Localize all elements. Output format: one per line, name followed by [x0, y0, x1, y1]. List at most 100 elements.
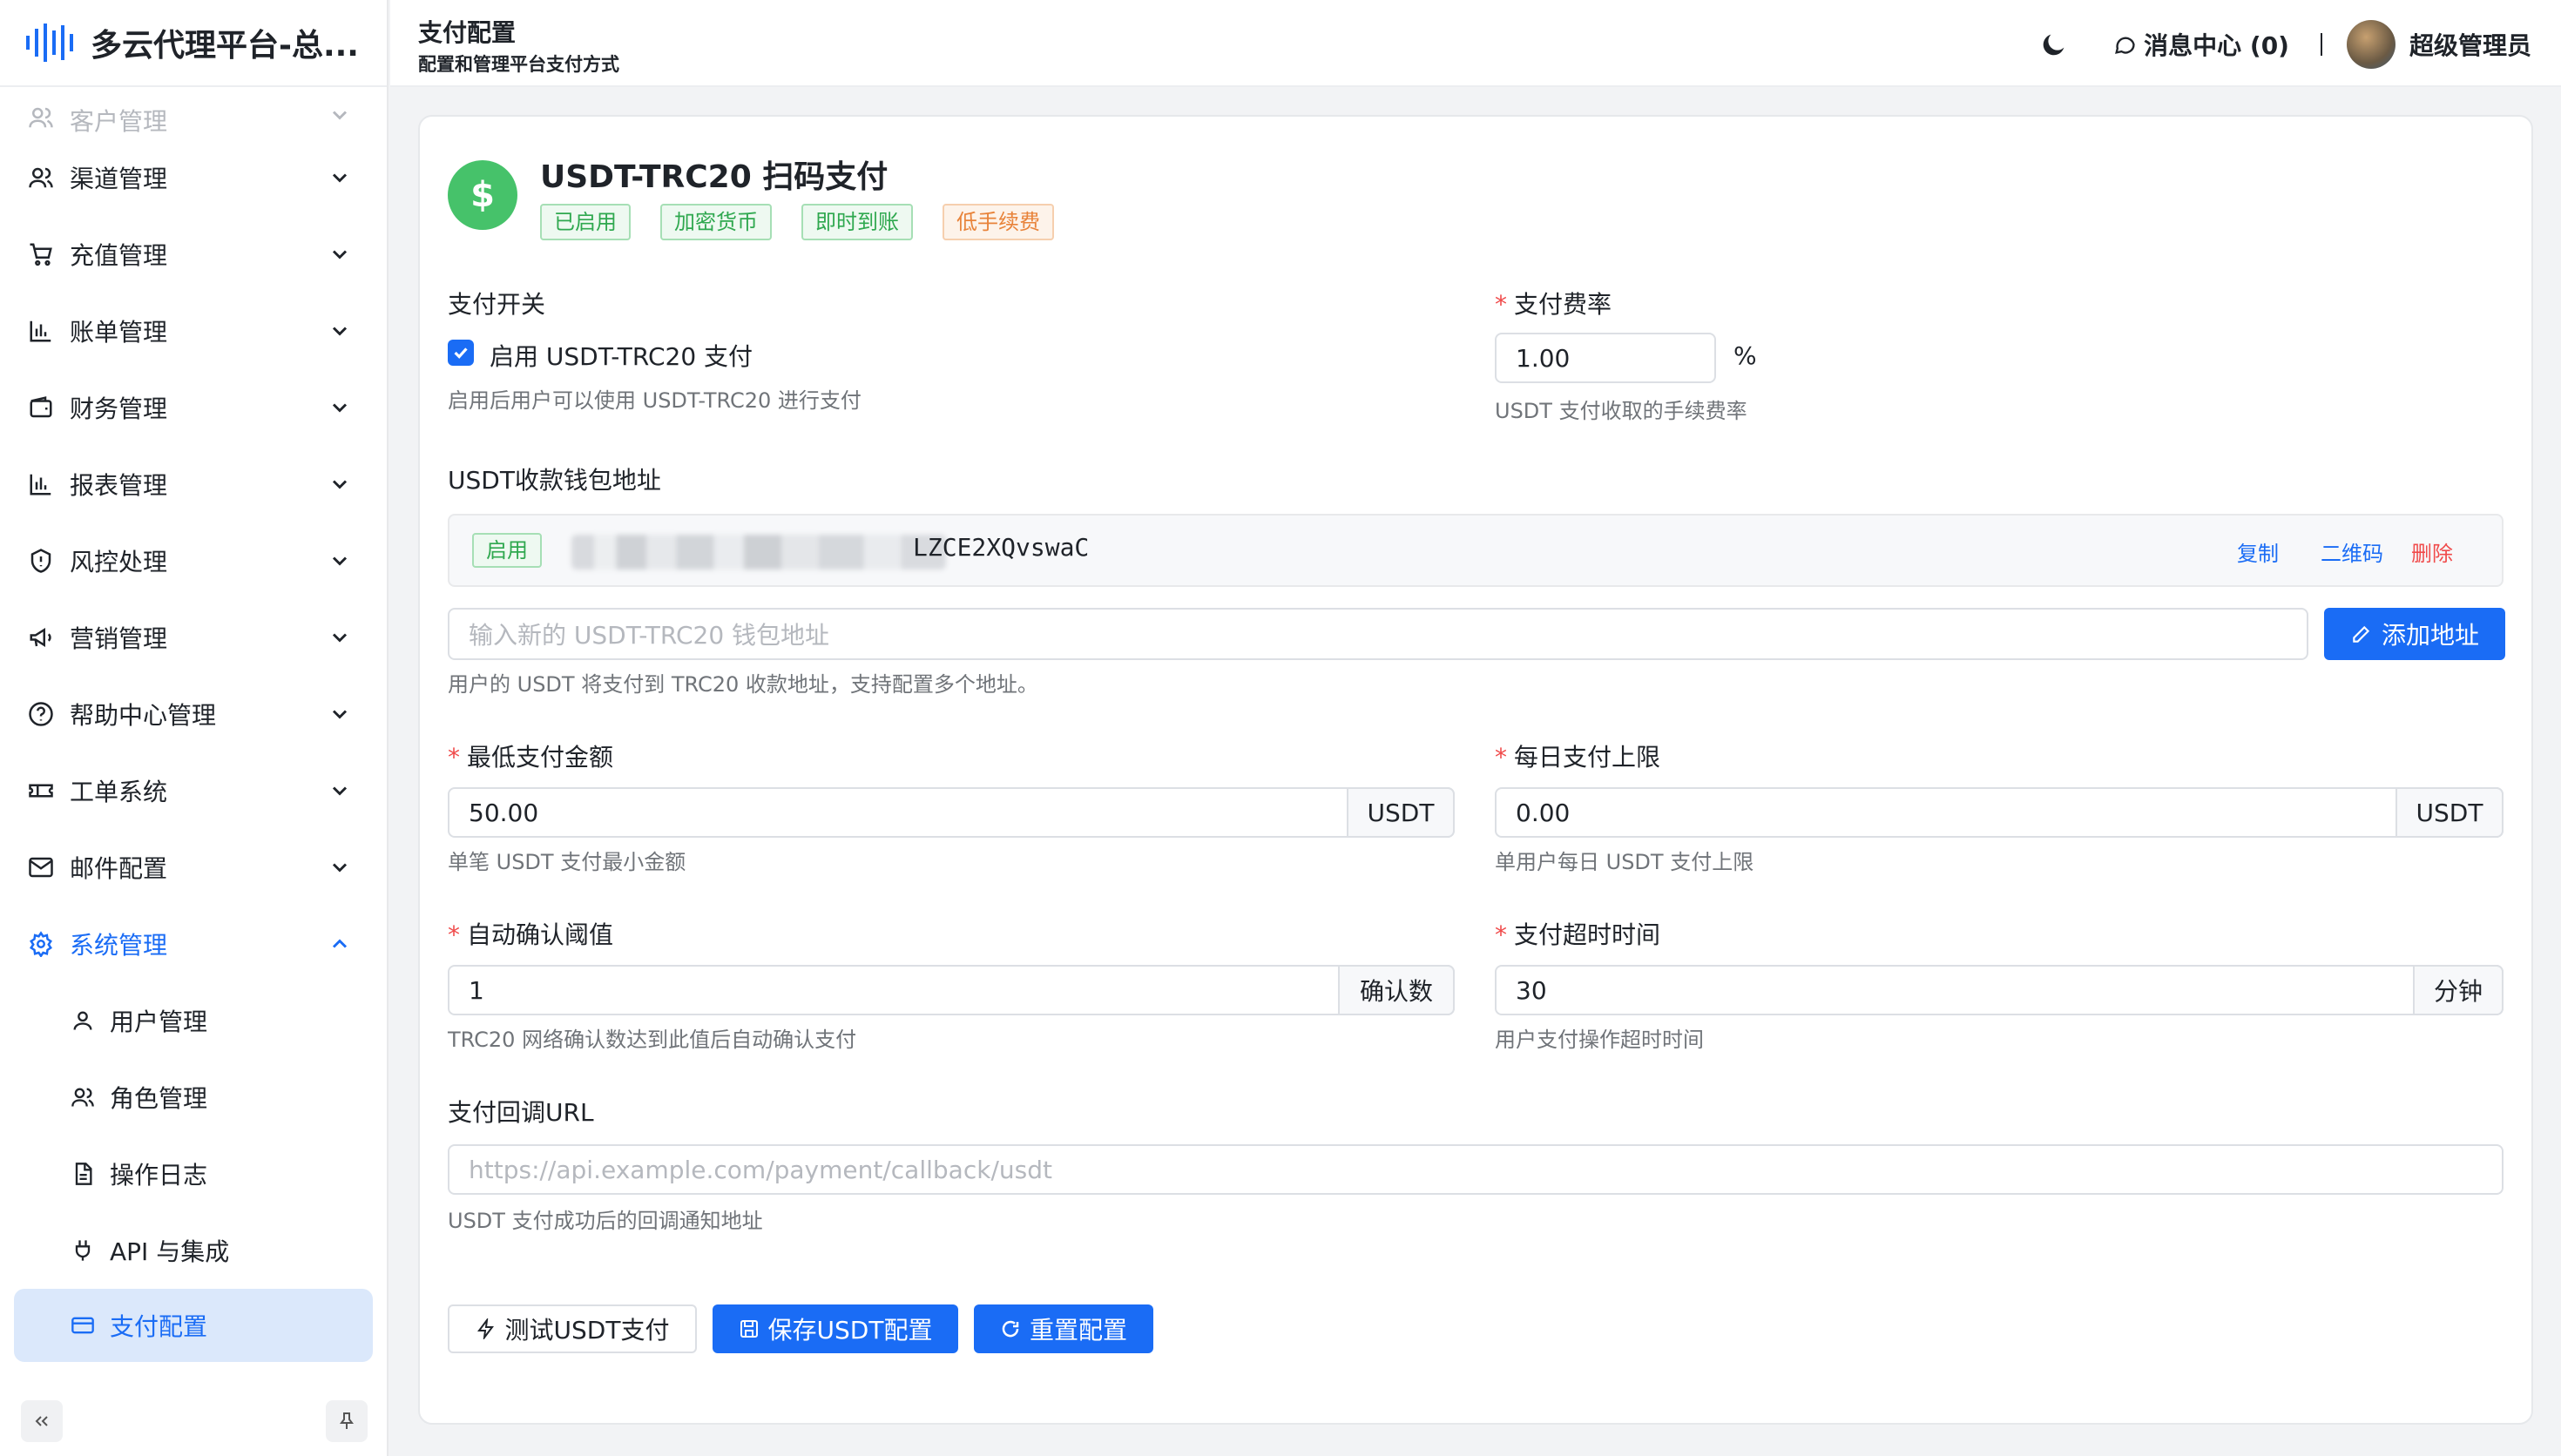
sidebar-item-channel[interactable]: 渠道管理 [0, 139, 387, 216]
chevron-down-icon [332, 173, 348, 183]
divider [2320, 33, 2322, 56]
callback-hint: USDT 支付成功后的回调通知地址 [448, 1209, 763, 1233]
sidebar-item-bill[interactable]: 账单管理 [0, 293, 387, 369]
sidebar-item-label: 客户管理 [70, 107, 168, 136]
pin-sidebar-button[interactable] [326, 1400, 368, 1442]
brand[interactable]: 多云代理平台-总... [0, 0, 387, 87]
enable-label[interactable]: 启用 USDT-TRC20 支付 [490, 338, 753, 373]
daily-limit-input[interactable]: 0.00 USDT [1495, 787, 2504, 838]
users-icon [68, 1082, 98, 1112]
sidebar-item-mail[interactable]: 邮件配置 [0, 829, 387, 906]
gear-icon [26, 929, 56, 959]
enable-checkbox[interactable] [448, 340, 474, 366]
chevron-down-icon [332, 633, 348, 643]
top-header: 支付配置 配置和管理平台支付方式 消息中心 (0) 超级管理员 [390, 0, 2561, 87]
chevron-down-icon [332, 250, 348, 260]
sidebar-item-label: 财务管理 [70, 394, 168, 423]
dollar-icon: $ [448, 160, 517, 230]
min-amount-unit: USDT [1347, 787, 1455, 838]
sidebar-item-customer[interactable]: 客户管理 [0, 91, 387, 139]
moon-icon[interactable] [2039, 30, 2069, 59]
new-address-input[interactable]: 输入新的 USDT-TRC20 钱包地址 [448, 608, 2308, 660]
wallet-icon [26, 393, 56, 422]
header-actions: 消息中心 (0) 超级管理员 [2039, 20, 2531, 69]
check-icon [454, 347, 468, 359]
pin-icon [340, 1412, 354, 1429]
sidebar-subitem-label: 角色管理 [110, 1084, 208, 1113]
sidebar-item-recharge[interactable]: 充值管理 [0, 216, 387, 293]
card-icon [68, 1311, 98, 1340]
double-chevron-left-icon [35, 1416, 48, 1426]
users-icon [26, 103, 56, 132]
sidebar-subitem-label: 操作日志 [110, 1161, 208, 1190]
reset-config-button[interactable]: 重置配置 [974, 1304, 1153, 1353]
sidebar-item-report[interactable]: 报表管理 [0, 446, 387, 522]
document-icon [68, 1159, 98, 1189]
sidebar-item-label: 营销管理 [70, 624, 168, 653]
sidebar-item-label: 账单管理 [70, 318, 168, 347]
sidebar-item-system[interactable]: 系统管理 [0, 906, 387, 982]
waveform-logo-icon [26, 24, 73, 62]
fee-hint: USDT 支付收取的手续费率 [1495, 399, 1747, 423]
user-name[interactable]: 超级管理员 [2409, 27, 2531, 62]
avatar[interactable] [2346, 20, 2395, 69]
user-icon [68, 1006, 98, 1035]
message-center-link[interactable]: 消息中心 (0) [2144, 27, 2289, 62]
wallet-label: USDT收款钱包地址 [448, 466, 661, 495]
enable-hint: 启用后用户可以使用 USDT-TRC20 进行支付 [448, 388, 862, 413]
collapse-sidebar-button[interactable] [21, 1400, 63, 1442]
callback-url-input[interactable]: https://api.example.com/payment/callback… [448, 1144, 2504, 1195]
sidebar-item-label: 报表管理 [70, 471, 168, 500]
timeout-hint: 用户支付操作超时时间 [1495, 1028, 1704, 1052]
delete-link[interactable]: 删除 [2411, 536, 2453, 567]
min-amount-input[interactable]: 50.00 USDT [448, 787, 1455, 838]
sidebar-nav: 客户管理 渠道管理 充值管理 账单管理 财务管理 报表管理 风控处理 营销管理 … [0, 91, 387, 1362]
chat-icon [2115, 37, 2135, 54]
save-config-button[interactable]: 保存USDT配置 [713, 1304, 958, 1353]
chevron-up-icon [332, 939, 348, 948]
sidebar-subitem-api[interactable]: API 与集成 [0, 1212, 387, 1289]
daily-limit-hint: 单用户每日 USDT 支付上限 [1495, 850, 1754, 874]
sidebar-subitem-label: 支付配置 [110, 1312, 208, 1341]
sidebar-item-label: 系统管理 [70, 931, 168, 960]
status-badge: 已启用 [540, 204, 631, 240]
add-address-button[interactable]: 添加地址 [2324, 608, 2505, 660]
sidebar-subitem-payment[interactable]: 支付配置 [14, 1289, 373, 1362]
sidebar-item-help[interactable]: 帮助中心管理 [0, 676, 387, 752]
sidebar-item-ticket[interactable]: 工单系统 [0, 752, 387, 829]
save-icon [740, 1320, 758, 1338]
sidebar-subitem-users[interactable]: 用户管理 [0, 982, 387, 1059]
test-payment-button[interactable]: 测试USDT支付 [448, 1304, 697, 1353]
sidebar-item-label: 工单系统 [70, 778, 168, 806]
chevron-down-icon [332, 786, 348, 796]
sidebar-subitem-roles[interactable]: 角色管理 [0, 1059, 387, 1136]
address-status-badge: 启用 [472, 533, 542, 568]
sidebar-subitem-label: 用户管理 [110, 1008, 208, 1036]
confirm-threshold-input[interactable]: 1 确认数 [448, 965, 1455, 1015]
fee-rate-input[interactable]: 1.00 [1495, 333, 1716, 383]
sidebar: 多云代理平台-总... 客户管理 渠道管理 充值管理 账单管理 财务管理 报表管… [0, 0, 389, 1456]
redacted-address [571, 535, 946, 570]
sidebar-item-risk[interactable]: 风控处理 [0, 522, 387, 599]
timeout-label: * 支付超时时间 [1495, 920, 1661, 949]
sidebar-item-label: 帮助中心管理 [70, 701, 217, 730]
switch-label: 支付开关 [448, 290, 546, 319]
page-subtitle: 配置和管理平台支付方式 [418, 54, 619, 75]
refresh-icon [1002, 1320, 1019, 1338]
min-amount-hint: 单笔 USDT 支付最小金额 [448, 850, 686, 874]
sidebar-item-finance[interactable]: 财务管理 [0, 369, 387, 446]
sidebar-item-marketing[interactable]: 营销管理 [0, 599, 387, 676]
qrcode-link[interactable]: 二维码 [2321, 536, 2383, 567]
sidebar-footer [0, 1393, 387, 1456]
fee-label: * 支付费率 [1495, 290, 1612, 319]
sidebar-item-label: 充值管理 [70, 241, 168, 270]
confirm-threshold-unit: 确认数 [1338, 965, 1455, 1015]
chevron-down-icon [332, 863, 348, 873]
timeout-unit: 分钟 [2413, 965, 2504, 1015]
tag-list: 已启用 加密货币 即时到账 低手续费 [540, 204, 1084, 240]
timeout-input[interactable]: 30 分钟 [1495, 965, 2504, 1015]
sidebar-subitem-logs[interactable]: 操作日志 [0, 1136, 387, 1212]
daily-limit-label: * 每日支付上限 [1495, 743, 1661, 772]
chevron-down-icon [332, 556, 348, 566]
copy-link[interactable]: 复制 [2237, 536, 2279, 567]
